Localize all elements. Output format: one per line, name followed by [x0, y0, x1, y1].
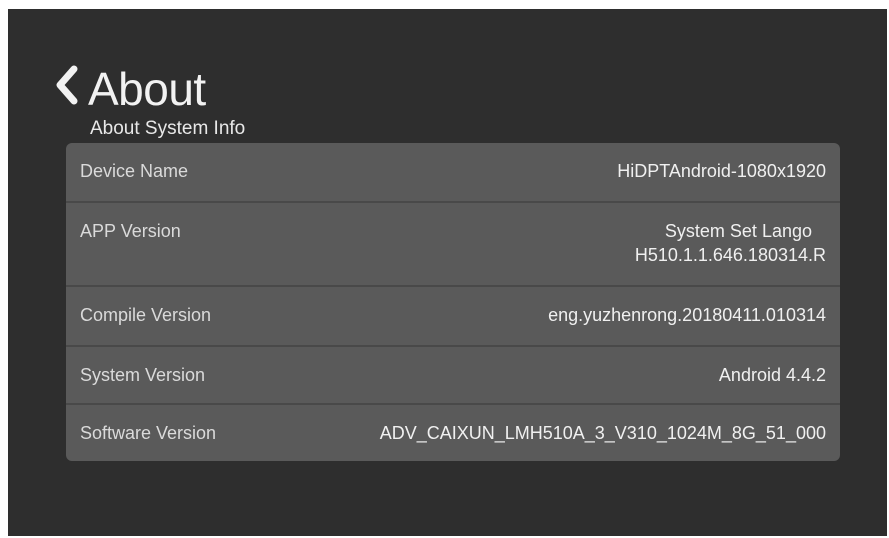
page-subtitle: About System Info: [90, 118, 246, 139]
device-name-label: Device Name: [80, 161, 189, 181]
system-info-panel: Device Name HiDPTAndroid-1080x1920 APP V…: [66, 143, 840, 461]
device-name-value: HiDPTAndroid-1080x1920: [617, 161, 826, 181]
system-version-value: Android 4.4.2: [718, 365, 826, 385]
info-row-app-version: APP Version System Set Lango H510.1.1.64…: [66, 201, 840, 285]
chevron-left-icon[interactable]: [52, 63, 82, 107]
page-title: About: [88, 63, 206, 115]
compile-version-value: eng.yuzhenrong.20180411.010314: [548, 305, 826, 325]
compile-version-label: Compile Version: [80, 305, 212, 325]
system-version-label: System Version: [80, 365, 206, 385]
software-version-value: ADV_CAIXUN_LMH510A_3_V310_1024M_8G_51_00…: [379, 423, 826, 443]
software-version-label: Software Version: [80, 423, 217, 443]
info-row-system-version: System Version Android 4.4.2: [66, 345, 840, 403]
about-screen: About About System Info Device Name HiDP…: [8, 9, 887, 536]
app-version-value: System Set Lango H510.1.1.646.180314.R: [634, 221, 826, 265]
info-row-software-version: Software Version ADV_CAIXUN_LMH510A_3_V3…: [66, 403, 840, 461]
app-version-label: APP Version: [80, 221, 181, 241]
info-row-compile-version: Compile Version eng.yuzhenrong.20180411.…: [66, 285, 840, 345]
info-row-device-name: Device Name HiDPTAndroid-1080x1920: [66, 143, 840, 201]
